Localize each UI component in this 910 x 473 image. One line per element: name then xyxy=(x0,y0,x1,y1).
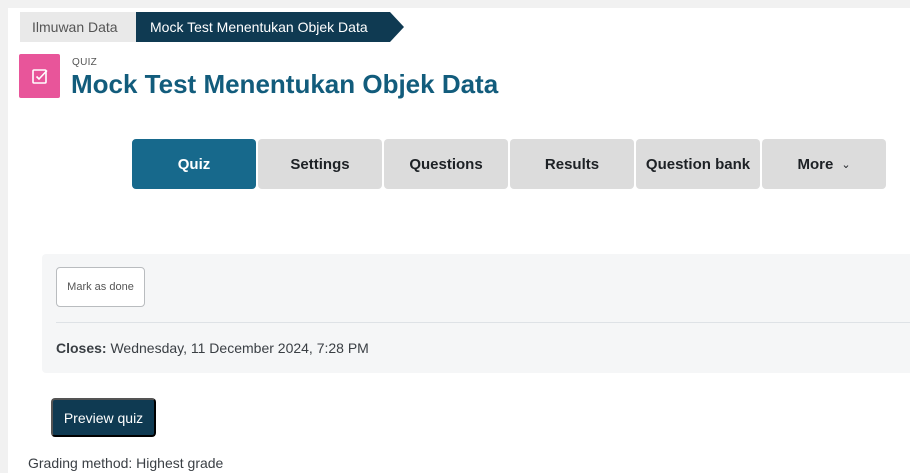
tab-label: Settings xyxy=(290,155,350,173)
tab-label: Question bank xyxy=(645,155,751,173)
tab-label: Questions xyxy=(409,155,483,173)
tab-label: More xyxy=(797,155,834,173)
divider xyxy=(56,322,910,323)
breadcrumb-item-current[interactable]: Mock Test Menentukan Objek Data xyxy=(136,12,404,42)
tab-label: Quiz xyxy=(177,155,211,173)
chevron-down-icon: ⌄ xyxy=(841,158,851,171)
secondary-navigation: Quiz Settings Questions Results Question… xyxy=(132,139,888,189)
tab-results[interactable]: Results xyxy=(510,139,634,189)
tab-question-bank[interactable]: Question bank xyxy=(636,139,760,189)
closes-value: Wednesday, 11 December 2024, 7:28 PM xyxy=(110,340,369,356)
mark-as-done-button[interactable]: Mark as done xyxy=(56,267,145,307)
tab-quiz[interactable]: Quiz xyxy=(132,139,256,189)
preview-quiz-button[interactable]: Preview quiz xyxy=(51,398,156,437)
quiz-checkbox-icon xyxy=(19,54,60,98)
page-content: Ilmuwan Data Mock Test Menentukan Objek … xyxy=(8,8,910,473)
breadcrumb-item-course[interactable]: Ilmuwan Data xyxy=(20,12,136,42)
activity-type-label: QUIZ xyxy=(72,57,98,68)
grading-method: Grading method: Highest grade xyxy=(28,455,224,471)
tab-settings[interactable]: Settings xyxy=(258,139,382,189)
activity-information: Mark as done Closes: Wednesday, 11 Decem… xyxy=(42,254,910,373)
closes-date: Closes: Wednesday, 11 December 2024, 7:2… xyxy=(56,340,369,356)
breadcrumb: Ilmuwan Data Mock Test Menentukan Objek … xyxy=(20,12,404,42)
closes-label: Closes: xyxy=(56,340,107,356)
tab-more[interactable]: More ⌄ xyxy=(762,139,886,189)
tab-label: Results xyxy=(544,155,600,173)
page-title: Mock Test Menentukan Objek Data xyxy=(71,69,499,99)
tab-questions[interactable]: Questions xyxy=(384,139,508,189)
